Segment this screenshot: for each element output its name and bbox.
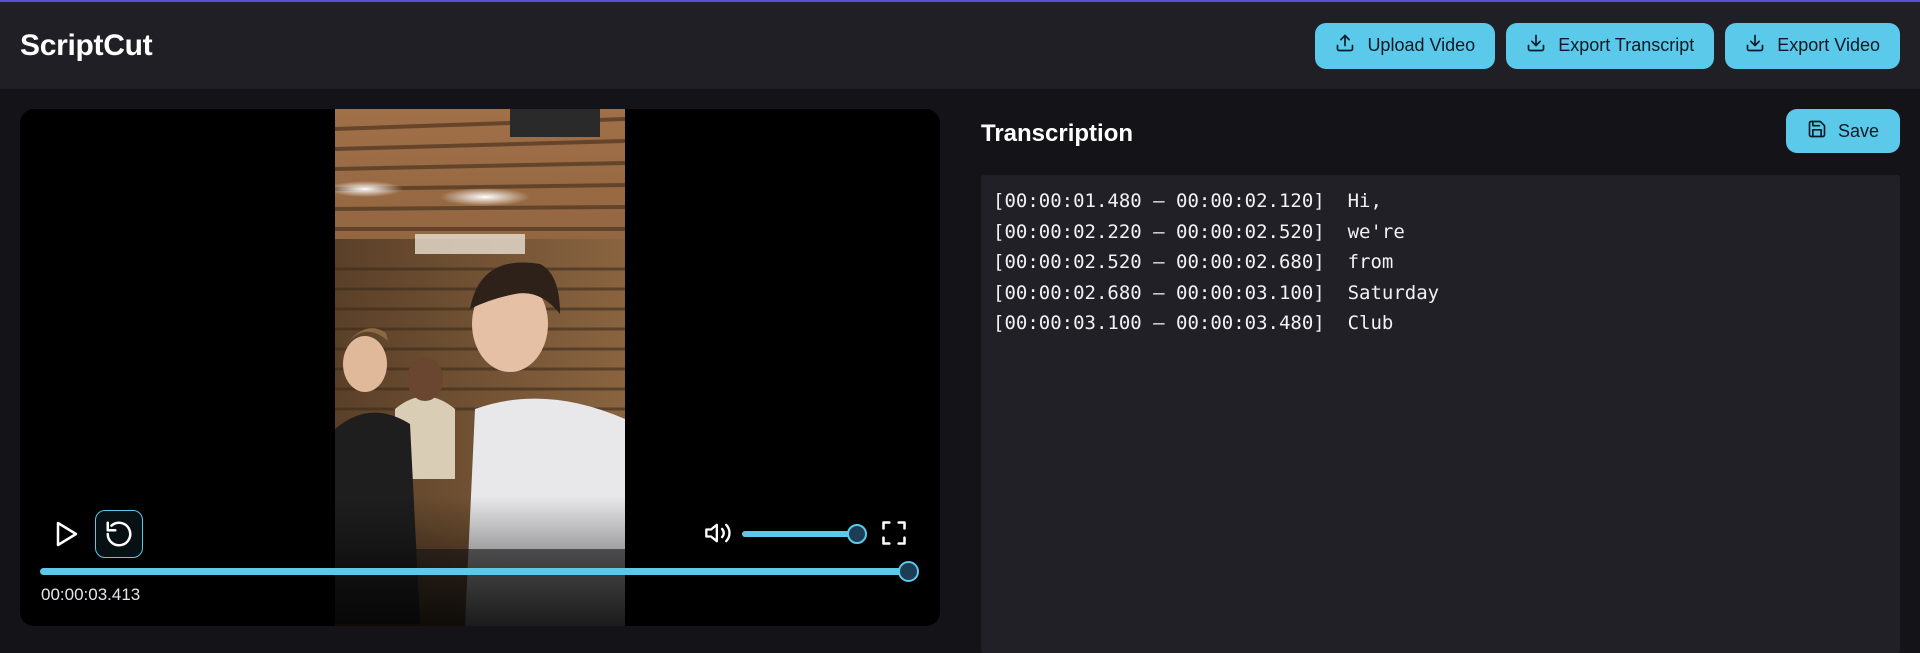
replay-button[interactable] (95, 510, 143, 558)
transcription-panel: Transcription Save [00:00:01.480 – 00:00… (981, 109, 1900, 653)
transcript-line[interactable]: [00:00:03.100 – 00:00:03.480] Club (993, 308, 1888, 339)
fullscreen-icon (882, 521, 906, 545)
app-title: ScriptCut (20, 28, 153, 62)
transcript-line[interactable]: [00:00:02.220 – 00:00:02.520] we're (993, 217, 1888, 248)
current-time: 00:00:03.413 (41, 585, 141, 604)
volume-slider[interactable] (742, 524, 867, 544)
volume-level-fill (742, 531, 857, 537)
volume-slider-thumb[interactable] (847, 524, 867, 544)
upload-video-button[interactable]: Upload Video (1315, 22, 1496, 69)
play-icon (56, 521, 78, 547)
download-icon (1526, 33, 1546, 58)
seek-bar[interactable] (40, 561, 919, 582)
transcript-editor[interactable]: [00:00:01.480 – 00:00:02.120] Hi, [00:00:… (981, 175, 1900, 653)
transcription-title: Transcription (981, 120, 1134, 147)
upload-video-label: Upload Video (1367, 35, 1476, 55)
controls-overlay (20, 496, 940, 626)
save-button[interactable]: Save (1785, 109, 1900, 153)
play-button[interactable] (45, 512, 89, 556)
export-video-button[interactable]: Export Video (1725, 22, 1900, 69)
fullscreen-button[interactable] (874, 513, 914, 553)
save-label: Save (1837, 120, 1879, 141)
export-transcript-button[interactable]: Export Transcript (1506, 22, 1715, 69)
seek-bar-thumb[interactable] (898, 561, 919, 582)
floppy-disk-icon (1807, 119, 1827, 144)
export-video-label: Export Video (1777, 35, 1880, 55)
seek-bar-progress (40, 568, 908, 575)
transcript-line[interactable]: [00:00:02.520 – 00:00:02.680] from (993, 247, 1888, 278)
upload-icon (1335, 33, 1355, 58)
app-header: ScriptCut Upload Video Export Transcript (0, 2, 1920, 89)
replay-icon (106, 521, 132, 547)
mute-button[interactable] (698, 513, 738, 553)
transcript-line[interactable]: [00:00:01.480 – 00:00:02.120] Hi, (993, 186, 1888, 217)
export-transcript-label: Export Transcript (1558, 35, 1695, 55)
download-icon (1745, 33, 1765, 58)
video-player[interactable]: 00:00:03.413 (20, 109, 940, 626)
volume-icon (705, 523, 731, 543)
header-actions: Upload Video Export Transcript Export Vi… (1315, 22, 1900, 69)
transcript-line[interactable]: [00:00:02.680 – 00:00:03.100] Saturday (993, 278, 1888, 309)
